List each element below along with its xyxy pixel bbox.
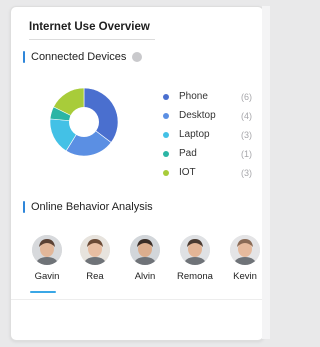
legend-count: (3) — [241, 167, 252, 178]
devices-donut-chart — [49, 87, 119, 157]
legend-label: Laptop — [179, 129, 210, 140]
legend-count: (1) — [241, 148, 252, 159]
person-name: Kevin — [233, 271, 257, 282]
title-divider — [29, 39, 155, 40]
donut-hole — [69, 107, 99, 137]
behavior-analysis-heading: Online Behavior Analysis — [31, 201, 153, 213]
avatar-gavin — [32, 235, 62, 265]
legend-label: Pad — [179, 148, 197, 159]
avatar-rea — [80, 235, 110, 265]
adjacent-card-edge — [262, 6, 270, 339]
selected-person-underline — [30, 291, 56, 293]
legend-count: (6) — [241, 91, 252, 102]
person-gavin[interactable]: Gavin — [25, 235, 69, 282]
person-rea[interactable]: Rea — [73, 235, 117, 282]
person-name: Alvin — [134, 271, 156, 282]
bottom-divider — [11, 299, 263, 300]
legend-item-phone[interactable]: Phone (6) — [163, 87, 263, 106]
legend-item-iot[interactable]: IOT (3) — [163, 163, 263, 182]
legend-item-laptop[interactable]: Laptop (3) — [163, 125, 263, 144]
legend-count: (4) — [241, 110, 252, 121]
legend-dot — [163, 112, 169, 119]
legend-count: (3) — [241, 129, 252, 140]
legend-label: Phone — [179, 91, 208, 102]
legend-dot — [163, 131, 169, 138]
connected-devices-heading: Connected Devices — [31, 51, 127, 63]
avatar-remona — [180, 235, 210, 265]
avatar-kevin — [230, 235, 260, 265]
person-alvin[interactable]: Alvin — [123, 235, 167, 282]
legend-dot — [163, 150, 169, 157]
card-title: Internet Use Overview — [29, 21, 150, 33]
section-accent-bar — [23, 51, 25, 63]
person-remona[interactable]: Remona — [173, 235, 217, 282]
legend-label: Desktop — [179, 110, 216, 121]
legend-item-desktop[interactable]: Desktop (4) — [163, 106, 263, 125]
person-name: Rea — [86, 271, 104, 282]
internet-use-card: Internet Use Overview Connected Devices … — [10, 6, 264, 341]
info-circle-icon[interactable] — [132, 52, 143, 62]
avatar-alvin — [130, 235, 160, 265]
devices-legend: Phone (6) Desktop (4) Laptop (3) Pad (1) IOT (3) — [163, 87, 263, 182]
legend-item-pad[interactable]: Pad (1) — [163, 144, 263, 163]
person-name: Remona — [177, 271, 213, 282]
legend-dot — [163, 169, 169, 176]
behavior-analysis-header: Online Behavior Analysis — [23, 201, 153, 213]
legend-label: IOT — [179, 167, 196, 178]
people-row: Gavin Rea Alvin Remona Kevin — [25, 235, 263, 303]
person-name: Gavin — [34, 271, 60, 282]
connected-devices-header: Connected Devices — [23, 51, 143, 63]
person-kevin[interactable]: Kevin — [223, 235, 263, 282]
legend-dot — [163, 93, 169, 100]
section-accent-bar — [23, 201, 25, 213]
